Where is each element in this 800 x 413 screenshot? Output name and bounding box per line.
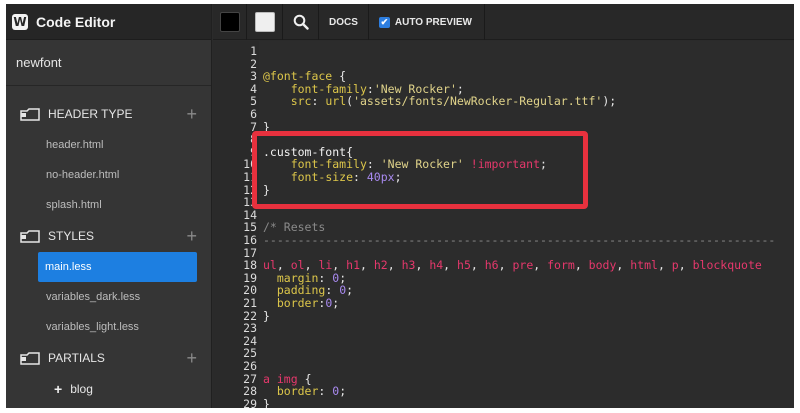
line-number: 29 xyxy=(243,396,257,408)
folder-icon xyxy=(20,230,40,243)
light-swatch xyxy=(254,12,275,32)
file-item[interactable]: header.html xyxy=(6,130,211,160)
code-text[interactable]: border:0; xyxy=(263,296,339,310)
dark-theme-button[interactable] xyxy=(213,4,247,40)
code-line[interactable]: 21 border:0; xyxy=(213,297,339,310)
code-text[interactable]: } xyxy=(263,309,270,323)
file-item[interactable]: no-header.html xyxy=(6,160,211,190)
app-title: Code Editor xyxy=(36,13,116,30)
checkbox-checked-icon[interactable]: ✔ xyxy=(378,16,390,28)
code-text[interactable]: } xyxy=(263,397,270,408)
file-item[interactable]: variables_light.less xyxy=(6,312,211,342)
project-name[interactable]: newfont xyxy=(6,40,211,86)
code-line[interactable]: 5 src: url('assets/fonts/NewRocker-Regul… xyxy=(213,95,616,108)
vertical-scrollbar[interactable] xyxy=(786,41,794,408)
expand-plus-icon[interactable]: + xyxy=(54,381,62,397)
file-item[interactable]: variables_dark.less xyxy=(6,282,211,312)
highlight-annotation-box xyxy=(252,131,588,209)
search-button[interactable] xyxy=(283,4,319,40)
code-area[interactable]: 1 2 3 @font-face {4 font-family:'New Rocker… xyxy=(213,41,794,409)
code-line[interactable]: 29} xyxy=(213,396,270,408)
subfolder-label: blog xyxy=(70,382,93,396)
section-styles[interactable]: STYLES + xyxy=(6,220,211,252)
app-window: W Code Editor newfont HEADER TYPE + head… xyxy=(6,4,794,408)
sidebar-header: W Code Editor xyxy=(6,4,211,40)
folder-icon xyxy=(20,352,40,365)
light-theme-button[interactable] xyxy=(247,4,283,40)
code-line[interactable]: 22} xyxy=(213,309,270,323)
code-text[interactable]: src: url('assets/fonts/NewRocker-Regular… xyxy=(263,94,616,108)
section-label: STYLES xyxy=(48,229,95,243)
section-label: PARTIALS xyxy=(48,351,105,365)
dark-swatch xyxy=(219,12,240,32)
auto-preview-toggle[interactable]: ✔ AUTO PREVIEW xyxy=(369,4,485,40)
add-file-icon[interactable]: + xyxy=(186,105,197,123)
code-text[interactable]: border: 0; xyxy=(263,384,346,398)
subfolder-item[interactable]: + blog xyxy=(6,374,211,404)
code-line[interactable]: 16 --------------------------------------… xyxy=(213,234,775,247)
folder-icon xyxy=(20,108,40,121)
file-item[interactable]: splash.html xyxy=(6,190,211,220)
add-file-icon[interactable]: + xyxy=(186,227,197,245)
app-logo-icon: W xyxy=(12,13,28,30)
section-header-type[interactable]: HEADER TYPE + xyxy=(6,98,211,130)
code-editor[interactable]: 1 2 3 @font-face {4 font-family:'New Rocker… xyxy=(213,41,794,408)
toolbar: DOCS ✔ AUTO PREVIEW xyxy=(213,4,794,40)
auto-preview-label: AUTO PREVIEW xyxy=(394,16,472,28)
section-label: HEADER TYPE xyxy=(48,107,133,121)
search-icon xyxy=(293,14,309,30)
file-item-active[interactable]: main.less xyxy=(38,252,197,282)
code-text[interactable]: ----------------------------------------… xyxy=(263,233,775,247)
sidebar: W Code Editor newfont HEADER TYPE + head… xyxy=(6,4,212,408)
add-file-icon[interactable]: + xyxy=(186,349,197,367)
docs-button[interactable]: DOCS xyxy=(319,4,369,40)
section-partials[interactable]: PARTIALS + xyxy=(6,342,211,374)
code-line[interactable]: 28 border: 0; xyxy=(213,385,346,398)
